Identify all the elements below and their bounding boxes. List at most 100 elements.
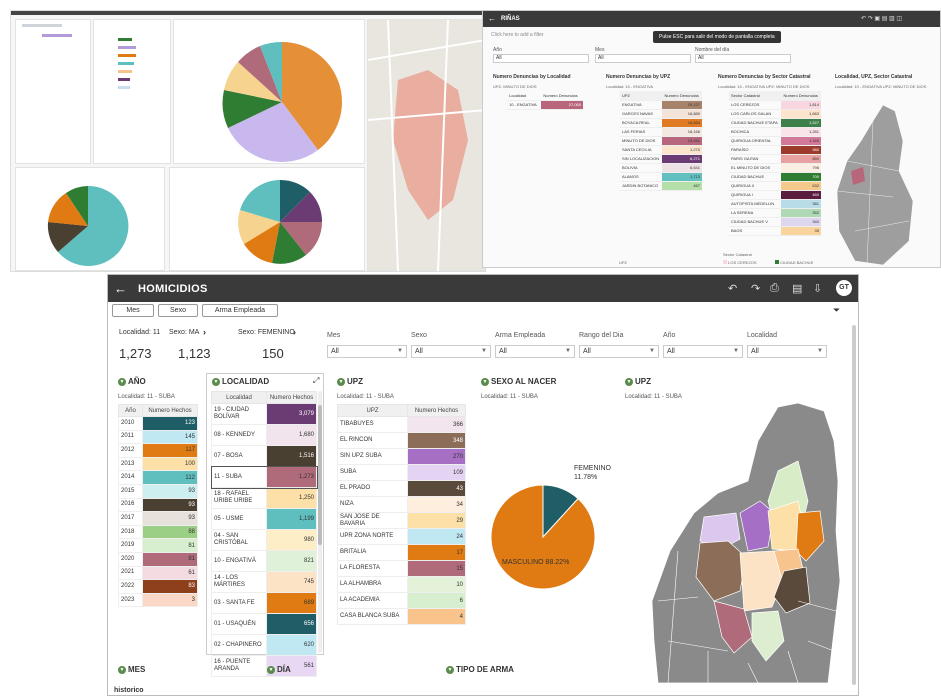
table-row[interactable]: LA ACADEMIA 6 (337, 592, 466, 609)
arma-filter-button[interactable]: Arma Empleada (202, 304, 278, 317)
table-row[interactable]: 2015 93 (118, 483, 198, 499)
chevron-right-icon[interactable]: › (203, 327, 206, 337)
table-row[interactable]: EL MINUTO DE DIOS 796 (729, 163, 821, 173)
print-icon[interactable]: ⎙ (770, 282, 779, 295)
filter-icon[interactable]: ▼ (446, 665, 454, 674)
filter-icon[interactable]: ▼ (337, 377, 345, 386)
dia-select[interactable]: All (695, 54, 791, 63)
table-row[interactable]: 2019 81 (118, 538, 198, 553)
filter-icon[interactable]: ▼ (267, 665, 275, 674)
filter-icon[interactable]: ▼ (212, 377, 220, 386)
table-row[interactable]: 2021 61 (118, 565, 198, 581)
table-row[interactable]: 10 - ENGATIVÁ 821 (211, 550, 317, 572)
table-row[interactable]: TIBABUYES 366 (337, 416, 466, 433)
table-row[interactable]: AUTOPISTA MEDELLIN 381 (729, 199, 821, 209)
table-row[interactable]: 08 - KENNEDY 1,680 (211, 424, 317, 446)
table-row[interactable]: LOS CARLOS GALAN 1,663 (729, 109, 821, 119)
comment-icon[interactable]: ▤ (792, 282, 802, 295)
pie-slice-masculino[interactable] (490, 484, 596, 590)
table-row[interactable]: CASA BLANCA SUBA 4 (337, 608, 466, 625)
toolbar-icons[interactable]: ↶ ↷ ▣ ▤ ▥ ◫ (861, 15, 902, 22)
column-header[interactable]: Año (118, 404, 143, 417)
table-row[interactable]: BOYACA REAL 16,664 (620, 118, 702, 128)
export-icon[interactable]: ⇩ (813, 282, 822, 295)
table-row[interactable]: BOLIVIA 6,641 (620, 163, 702, 173)
table-row[interactable]: MINUTO DE DIOS 13,041 (620, 136, 702, 146)
filter-icon[interactable]: ▼ (118, 377, 126, 386)
filter-icon[interactable]: ▼ (118, 665, 126, 674)
table-row[interactable]: SANTA CECILIA 1,270 (620, 145, 702, 155)
table-row[interactable]: LOS CEREZOS 1,814 (729, 100, 821, 110)
column-header[interactable]: Localidad (211, 391, 267, 404)
user-avatar[interactable]: GT (836, 280, 852, 296)
table-row[interactable]: CIUDAD BACHUE 700 (729, 172, 821, 182)
table-row[interactable]: 2018 88 (118, 524, 198, 540)
table-row[interactable]: 14 - LOS MÁRTIRES 745 (211, 571, 317, 593)
filter-select[interactable]: All ▼ (747, 345, 827, 358)
chevron-right-icon[interactable]: › (293, 327, 296, 337)
column-header[interactable]: UPZ (337, 404, 408, 417)
table-row[interactable]: 04 - SAN CRISTÓBAL 980 (211, 529, 317, 551)
table-row[interactable]: ENGATIVA 20,127 (620, 100, 702, 110)
filter-select[interactable]: All ▼ (579, 345, 659, 358)
table-row[interactable]: 05 - USME 1,199 (211, 508, 317, 530)
table-row[interactable]: PARIS GAITAN 850 (729, 154, 821, 164)
table-row[interactable]: GARCES NAVAS 16,880 (620, 109, 702, 119)
back-arrow-icon[interactable]: ← (488, 14, 496, 23)
table-row[interactable]: 07 - BOSA 1,516 (211, 445, 317, 467)
table-row[interactable]: 2014 112 (118, 470, 198, 485)
table-row[interactable]: QUIRIGUA II 632 (729, 181, 821, 191)
table-row[interactable]: 01 - USAQUÉN 656 (211, 613, 317, 635)
table-row[interactable]: 2013 100 (118, 456, 198, 472)
column-header[interactable]: Numero Hechos (407, 404, 466, 417)
table-row[interactable]: QUIRIGUA ORIENTAL 1,165 (729, 136, 821, 146)
column-header[interactable]: Numero Hechos (266, 391, 317, 404)
add-filter-link[interactable]: Click here to add a filter (491, 32, 544, 38)
table-row[interactable]: JARDIN BOTANICO 467 (620, 181, 702, 191)
sexo-filter-button[interactable]: Sexo (158, 304, 198, 317)
back-arrow-icon[interactable]: ← (114, 281, 127, 296)
anio-select[interactable]: All (493, 54, 589, 63)
filter-select[interactable]: All ▼ (663, 345, 743, 358)
column-header[interactable]: Numero Hechos (142, 404, 198, 417)
table-row[interactable]: SUBA 109 (337, 464, 466, 481)
table-row[interactable]: 2011 145 (118, 429, 198, 445)
table-row[interactable]: CIUDAD BACHUE V 340 (729, 217, 821, 227)
table-row[interactable]: BRITALIA 17 (337, 544, 466, 561)
table-row[interactable]: PARAÍSO 980 (729, 145, 821, 155)
filter-select[interactable]: All ▼ (495, 345, 575, 358)
table-row[interactable]: 2010 123 (118, 416, 198, 431)
mes-filter-button[interactable]: Mes (112, 304, 154, 317)
table-row[interactable]: UPR ZONA NORTE 24 (337, 528, 466, 545)
table-row[interactable]: 2017 93 (118, 511, 198, 526)
table-row[interactable]: 18 - RAFAEL URIBE URIBE 1,250 (211, 487, 317, 509)
table-row[interactable]: 2022 83 (118, 579, 198, 594)
filter-select[interactable]: All ▼ (327, 345, 407, 358)
filter-icon[interactable]: ▼ (625, 377, 633, 386)
table-row[interactable]: 11 - SUBA 1,273 (210, 465, 318, 489)
table-row[interactable]: LAS FERIAS 18,166 (620, 127, 702, 137)
table-row[interactable]: BOCHICA 1,281 (729, 127, 821, 137)
table-row[interactable]: NIZA 34 (337, 496, 466, 513)
table-row[interactable]: LA FLORESTA 15 (337, 560, 466, 577)
undo-icon[interactable]: ↶ (728, 282, 737, 295)
table-row[interactable]: EL RINCON 348 (337, 432, 466, 449)
mes-select[interactable]: All (595, 54, 691, 63)
table-row[interactable]: SIN UPZ SUBA 270 (337, 448, 466, 465)
table-row[interactable]: LA ALHAMBRA 10 (337, 576, 466, 593)
table-row[interactable]: 2023 3 (118, 592, 198, 608)
table-row[interactable]: SAN JOSE DE BAVARIA 29 (337, 512, 466, 529)
table-row[interactable]: 2012 117 (118, 443, 198, 458)
table-row[interactable]: SIN LOCALIZACION 6,271 (620, 154, 702, 164)
filter-select[interactable]: All ▼ (411, 345, 491, 358)
filter-funnel-icon[interactable]: ⏷ (833, 305, 840, 316)
table-row[interactable]: CIUDAD BACHUE ETAPA 1,527 (729, 118, 821, 128)
table-row[interactable]: BAGS 35 (729, 226, 821, 236)
table-row[interactable]: 2016 93 (118, 497, 198, 513)
table-row[interactable]: 16 - PUENTE ARANDA 561 (211, 655, 317, 677)
table-row[interactable]: 02 - CHAPINERO 620 (211, 634, 317, 656)
redo-icon[interactable]: ↷ (751, 282, 760, 295)
table-row[interactable]: 19 - CIUDAD BOLÍVAR 3,079 (211, 403, 317, 425)
scroll-thumb[interactable] (318, 405, 322, 545)
page-scrollbar[interactable] (852, 325, 856, 685)
